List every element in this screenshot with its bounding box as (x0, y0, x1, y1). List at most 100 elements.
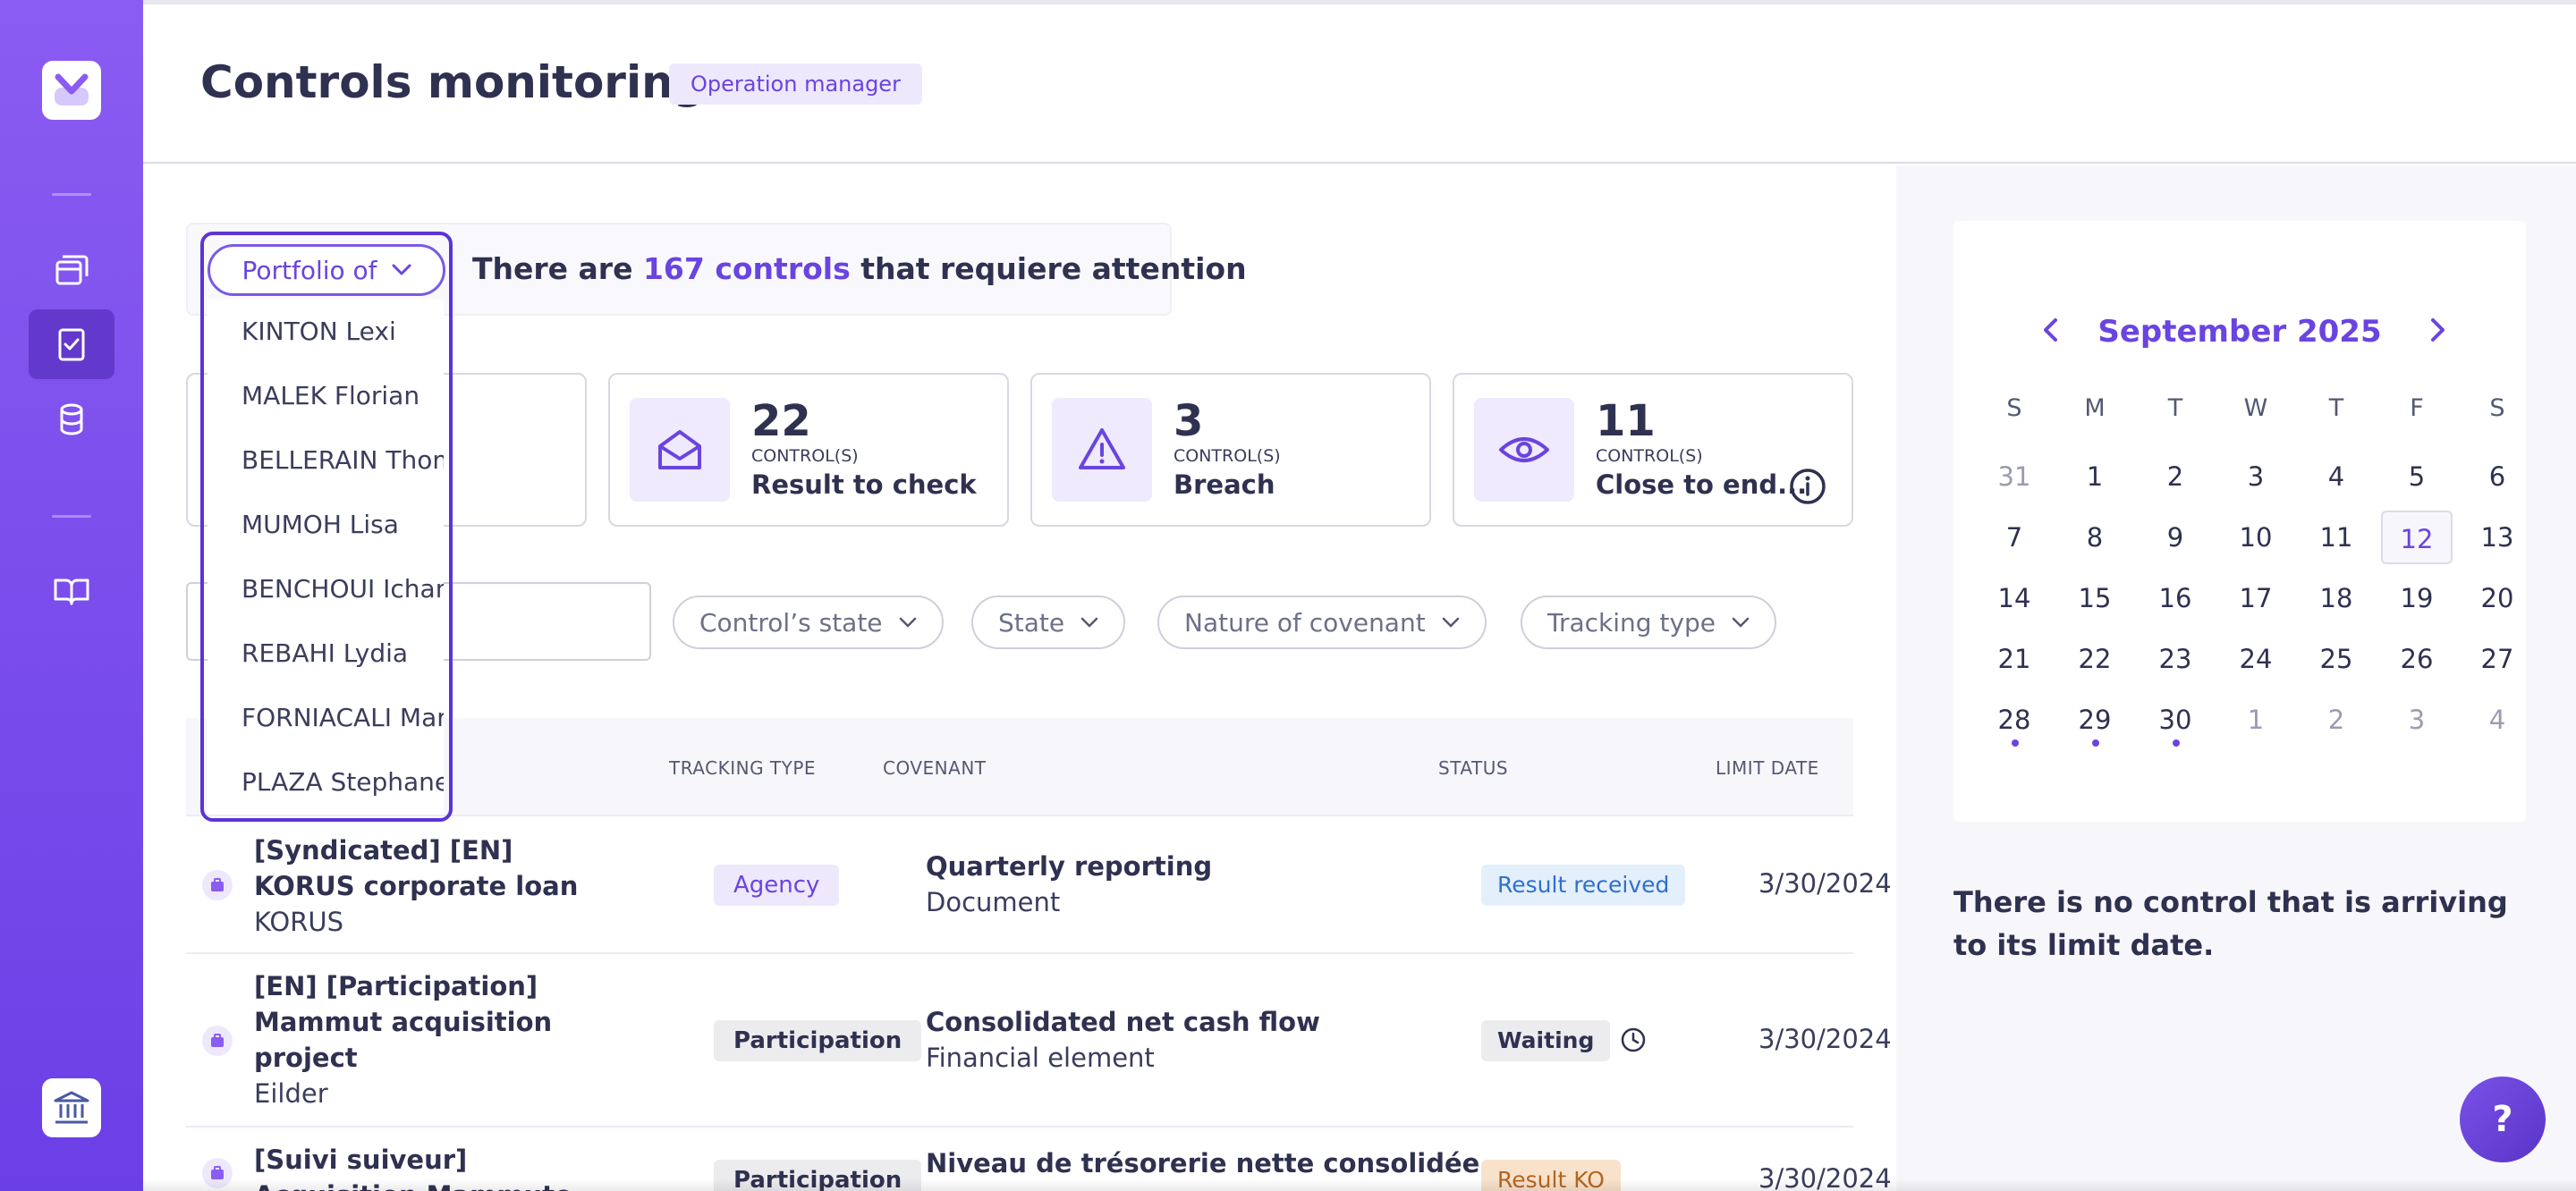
covenant-cell: Quarterly reporting Document (926, 849, 1212, 920)
stat-value: 11 (1596, 396, 1656, 446)
row-subtitle: KORUS (254, 907, 344, 937)
filter-controls-state[interactable]: Control’s state (673, 596, 944, 649)
column-header-status[interactable]: STATUS (1438, 757, 1508, 779)
status-badge: Waiting (1481, 1020, 1611, 1061)
calendar-day[interactable]: 5 (2381, 450, 2453, 503)
covenant-cell: Niveau de trésorerie nette consolidée (926, 1145, 1479, 1181)
stat-label: Breach (1174, 469, 1275, 500)
clock-icon (1621, 1027, 1646, 1052)
warning-icon (1079, 428, 1125, 469)
calendar-day[interactable]: 15 (2059, 571, 2131, 625)
info-button[interactable] (1789, 468, 1826, 509)
calendar-day[interactable]: 31 (1979, 450, 2050, 503)
calendar-day[interactable]: 28 (1979, 693, 2050, 747)
portfolio-dropdown-focus-ring (200, 232, 453, 822)
calendar-day[interactable]: 2 (2301, 693, 2372, 747)
calendar-day[interactable]: 8 (2059, 511, 2131, 564)
calendar-day[interactable]: 3 (2381, 693, 2453, 747)
stat-icon-wrap (630, 398, 730, 502)
row-name: [Syndicated] [EN] KORUS corporate loan K… (254, 832, 612, 940)
calendar-day[interactable]: 2 (2140, 450, 2211, 503)
calendar-day[interactable]: 20 (2462, 571, 2533, 625)
calendar-day[interactable]: 18 (2301, 571, 2372, 625)
calendar-day[interactable]: 23 (2140, 632, 2211, 686)
calendar-weekday: T (2167, 394, 2183, 422)
app-logo[interactable] (42, 61, 101, 120)
help-button[interactable]: ? (2460, 1077, 2546, 1162)
calendar-next-button[interactable] (2428, 317, 2447, 346)
chevron-down-icon (1732, 617, 1750, 628)
sidebar-item-controls[interactable] (29, 309, 114, 379)
calendar-event-dot (2012, 739, 2019, 747)
filter-state[interactable]: State (971, 596, 1126, 649)
bottom-shadow (143, 1178, 2576, 1191)
briefcase-icon (211, 878, 224, 891)
attention-count[interactable]: 167 controls (643, 251, 851, 286)
table-row[interactable]: [Syndicated] [EN] KORUS corporate loan K… (186, 816, 1892, 954)
limit-date: 3/30/2024 (1758, 868, 1892, 899)
filter-tracking-type[interactable]: Tracking type (1521, 596, 1777, 649)
calendar-day[interactable]: 26 (2381, 632, 2453, 686)
calendar-day[interactable]: 7 (1979, 511, 2050, 564)
calendar-day[interactable]: 9 (2140, 511, 2211, 564)
calendar-weekday: S (2006, 394, 2022, 422)
sidebar-item-documentation[interactable] (29, 556, 114, 626)
calendar-day[interactable]: 25 (2301, 632, 2372, 686)
tracking-type-badge: Agency (714, 865, 840, 906)
stat-card-breach[interactable]: 3 CONTROL(S) Breach (1030, 373, 1431, 527)
calendar-day[interactable]: 16 (2140, 571, 2211, 625)
sidebar-bank-button[interactable] (42, 1078, 101, 1137)
calendar-day[interactable]: 21 (1979, 632, 2050, 686)
stat-card-result-to-check[interactable]: 22 CONTROL(S) Result to check (608, 373, 1009, 527)
calendar-day[interactable]: 29 (2059, 693, 2131, 747)
chevron-right-icon (2431, 318, 2445, 342)
sidebar-item-database[interactable] (29, 384, 114, 454)
row-subtitle: Eilder (254, 1078, 328, 1109)
envelope-open-icon (658, 430, 701, 469)
calendar-day[interactable]: 27 (2462, 632, 2533, 686)
calendar-day[interactable]: 4 (2462, 693, 2533, 747)
stat-card-close-to-end[interactable]: 11 CONTROL(S) Close to end... (1453, 373, 1853, 527)
chevron-down-icon (1080, 617, 1098, 628)
chevron-down-icon (1442, 617, 1459, 628)
clock-icon-wrap[interactable] (1619, 1026, 1648, 1058)
column-header-tracking-type[interactable]: TRACKING TYPE (669, 757, 816, 779)
sidebar-item-portfolio[interactable] (29, 234, 114, 304)
calendar-day[interactable]: 12 (2381, 511, 2453, 564)
filter-label: Nature of covenant (1184, 607, 1426, 638)
stat-unit: CONTROL(S) (751, 446, 859, 466)
status-badge: Result received (1481, 865, 1686, 906)
controls-icon (58, 328, 85, 361)
calendar-day[interactable]: 22 (2059, 632, 2131, 686)
sidebar-divider (52, 193, 91, 196)
bank-icon (54, 1091, 89, 1124)
calendar-day[interactable]: 14 (1979, 571, 2050, 625)
calendar-day[interactable]: 1 (2220, 693, 2292, 747)
filter-nature-of-covenant[interactable]: Nature of covenant (1157, 596, 1487, 649)
limit-date: 3/30/2024 (1758, 1024, 1892, 1054)
role-badge: Operation manager (669, 63, 922, 105)
table-row[interactable]: [EN] [Participation] Mammut acquisition … (186, 954, 1892, 1128)
no-control-message: There is no control that is arriving to … (1953, 885, 2508, 962)
main-content: Portfolio of There are 167 controls that… (143, 165, 1896, 1191)
info-icon (1790, 469, 1826, 504)
calendar-event-dot (2092, 739, 2099, 747)
calendar-day[interactable]: 3 (2220, 450, 2292, 503)
calendar-weekday: T (2328, 394, 2344, 422)
calendar-day[interactable]: 10 (2220, 511, 2292, 564)
calendar-day[interactable]: 6 (2462, 450, 2533, 503)
calendar-day[interactable]: 19 (2381, 571, 2453, 625)
calendar-day[interactable]: 24 (2220, 632, 2292, 686)
covenant-cell: Consolidated net cash flow Financial ele… (926, 1004, 1320, 1076)
calendar-day[interactable]: 4 (2301, 450, 2372, 503)
column-header-limit-date[interactable]: LIMIT DATE (1716, 757, 1819, 779)
calendar-day[interactable]: 30 (2140, 693, 2211, 747)
calendar-day[interactable]: 1 (2059, 450, 2131, 503)
briefcase-icon (211, 1034, 224, 1047)
column-header-covenant[interactable]: COVENANT (883, 757, 987, 779)
calendar-day[interactable]: 17 (2220, 571, 2292, 625)
covenant-title: Consolidated net cash flow (926, 1007, 1320, 1037)
stat-value: 22 (751, 396, 811, 446)
calendar-day[interactable]: 13 (2462, 511, 2533, 564)
calendar-day[interactable]: 11 (2301, 511, 2372, 564)
